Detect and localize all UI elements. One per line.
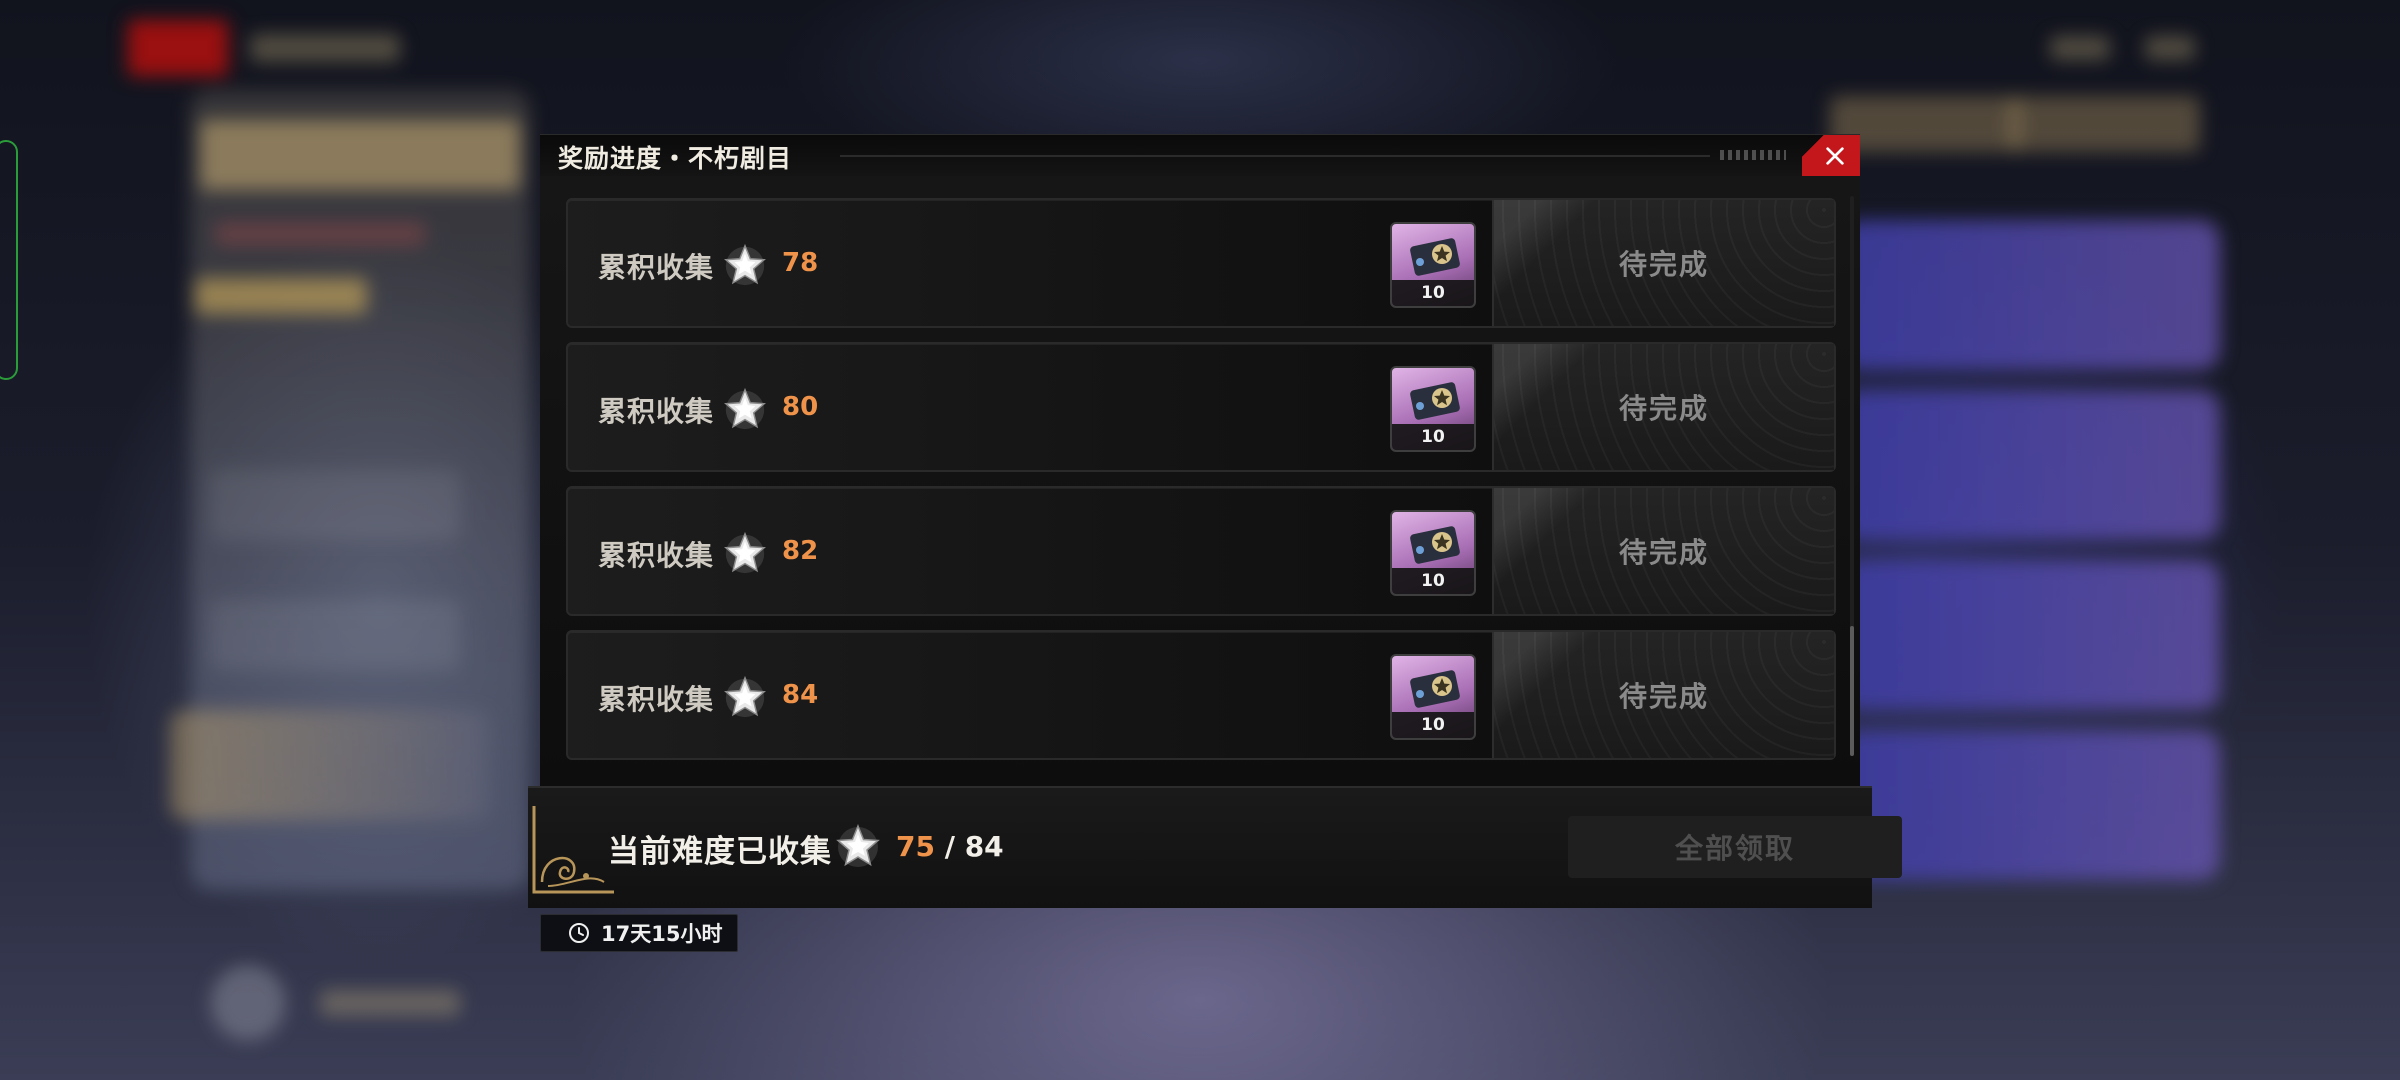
reward-item[interactable]: 10 [1390,366,1476,452]
collection-summary: 当前难度已收集 75 / 84 全部领取 [528,786,1902,908]
background-list-item [210,470,460,540]
milestone-label: 累积收集 [598,395,715,428]
background-text [250,34,400,62]
claim-all-label: 全部领取 [1674,832,1795,865]
milestone-required-count: 82 [782,536,819,566]
milestone-label: 累积收集 [598,683,715,716]
status-label: 待完成 [1618,536,1709,569]
milestone-row: 累积收集 80 10 待完成 [566,342,1836,472]
header-decoration [1720,150,1786,160]
background-gold-bar [195,278,367,314]
reward-quantity: 10 [1392,568,1474,594]
dialog-body: 累积收集 78 10 待完成 累积收集 80 10 待完成 累积收集 82 10… [540,176,1860,786]
collected-total: 84 [964,830,1004,863]
corner-ornament-icon [532,806,614,894]
status-label: 待完成 [1618,248,1709,281]
milestone-row: 累积收集 84 10 待完成 [566,630,1836,760]
ticket-icon [1410,526,1460,564]
star-icon [724,531,766,574]
milestone-row: 累积收集 82 10 待完成 [566,486,1836,616]
close-icon [1826,147,1844,165]
background-text [2050,36,2110,60]
timer-text: 17天15小时 [601,922,723,946]
status-label: 待完成 [1618,680,1709,713]
background-text [320,990,460,1016]
background-card [1840,220,2220,370]
background-green-edge [0,140,18,380]
star-icon [724,387,766,430]
milestone-required-count: 78 [782,248,819,278]
close-button[interactable] [1802,135,1860,177]
background-list-item [210,600,460,670]
status-label: 待完成 [1618,392,1709,425]
pending-button[interactable]: 待完成 [1492,344,1834,470]
reward-item[interactable]: 10 [1390,510,1476,596]
reward-quantity: 10 [1392,280,1474,306]
reward-quantity: 10 [1392,712,1474,738]
milestone-label: 累积收集 [598,251,715,284]
background-avatar [210,965,286,1041]
star-icon [836,824,880,867]
ticket-icon [1410,382,1460,420]
dialog-header: 奖励进度・不朽剧目 [540,134,1860,177]
pending-button[interactable]: 待完成 [1492,200,1834,326]
event-timer: 17天15小时 [540,914,738,952]
reward-item[interactable]: 10 [1390,654,1476,740]
clock-icon [569,923,589,943]
list-scrollbar[interactable] [1850,196,1854,756]
collected-separator: / [934,830,965,863]
milestone-required-count: 80 [782,392,819,422]
collected-label: 当前难度已收集 [608,834,832,870]
reward-quantity: 10 [1392,424,1474,450]
dialog-title: 奖励进度・不朽剧目 [558,144,793,173]
milestone-required-count: 84 [782,680,819,710]
milestone-label: 累积收集 [598,539,715,572]
background-text [2145,36,2195,60]
background-card [1840,560,2220,710]
pending-button[interactable]: 待完成 [1492,488,1834,614]
reward-item[interactable]: 10 [1390,222,1476,308]
background-badge [128,20,228,76]
background-tab [2010,96,2200,152]
header-divider [840,155,1710,157]
ticket-icon [1410,670,1460,708]
claim-all-button[interactable]: 全部领取 [1568,816,1902,878]
milestone-list[interactable]: 累积收集 78 10 待完成 累积收集 80 10 待完成 累积收集 82 10… [566,176,1836,786]
scrollbar-thumb[interactable] [1850,626,1854,756]
star-icon [724,675,766,718]
milestone-row: 累积收集 78 10 待完成 [566,198,1836,328]
star-icon [724,243,766,286]
background-subtitle [215,222,425,246]
background-card [1840,390,2220,540]
pending-button[interactable]: 待完成 [1492,632,1834,758]
collected-count: 75 / 84 [896,830,1004,863]
background-selected-item [170,710,490,820]
ticket-icon [1410,238,1460,276]
collected-current: 75 [896,830,935,863]
reward-progress-dialog: 奖励进度・不朽剧目 累积收集 78 10 待完成 累积收集 80 10 待完成 … [528,134,1902,910]
background-banner-title [200,120,520,190]
